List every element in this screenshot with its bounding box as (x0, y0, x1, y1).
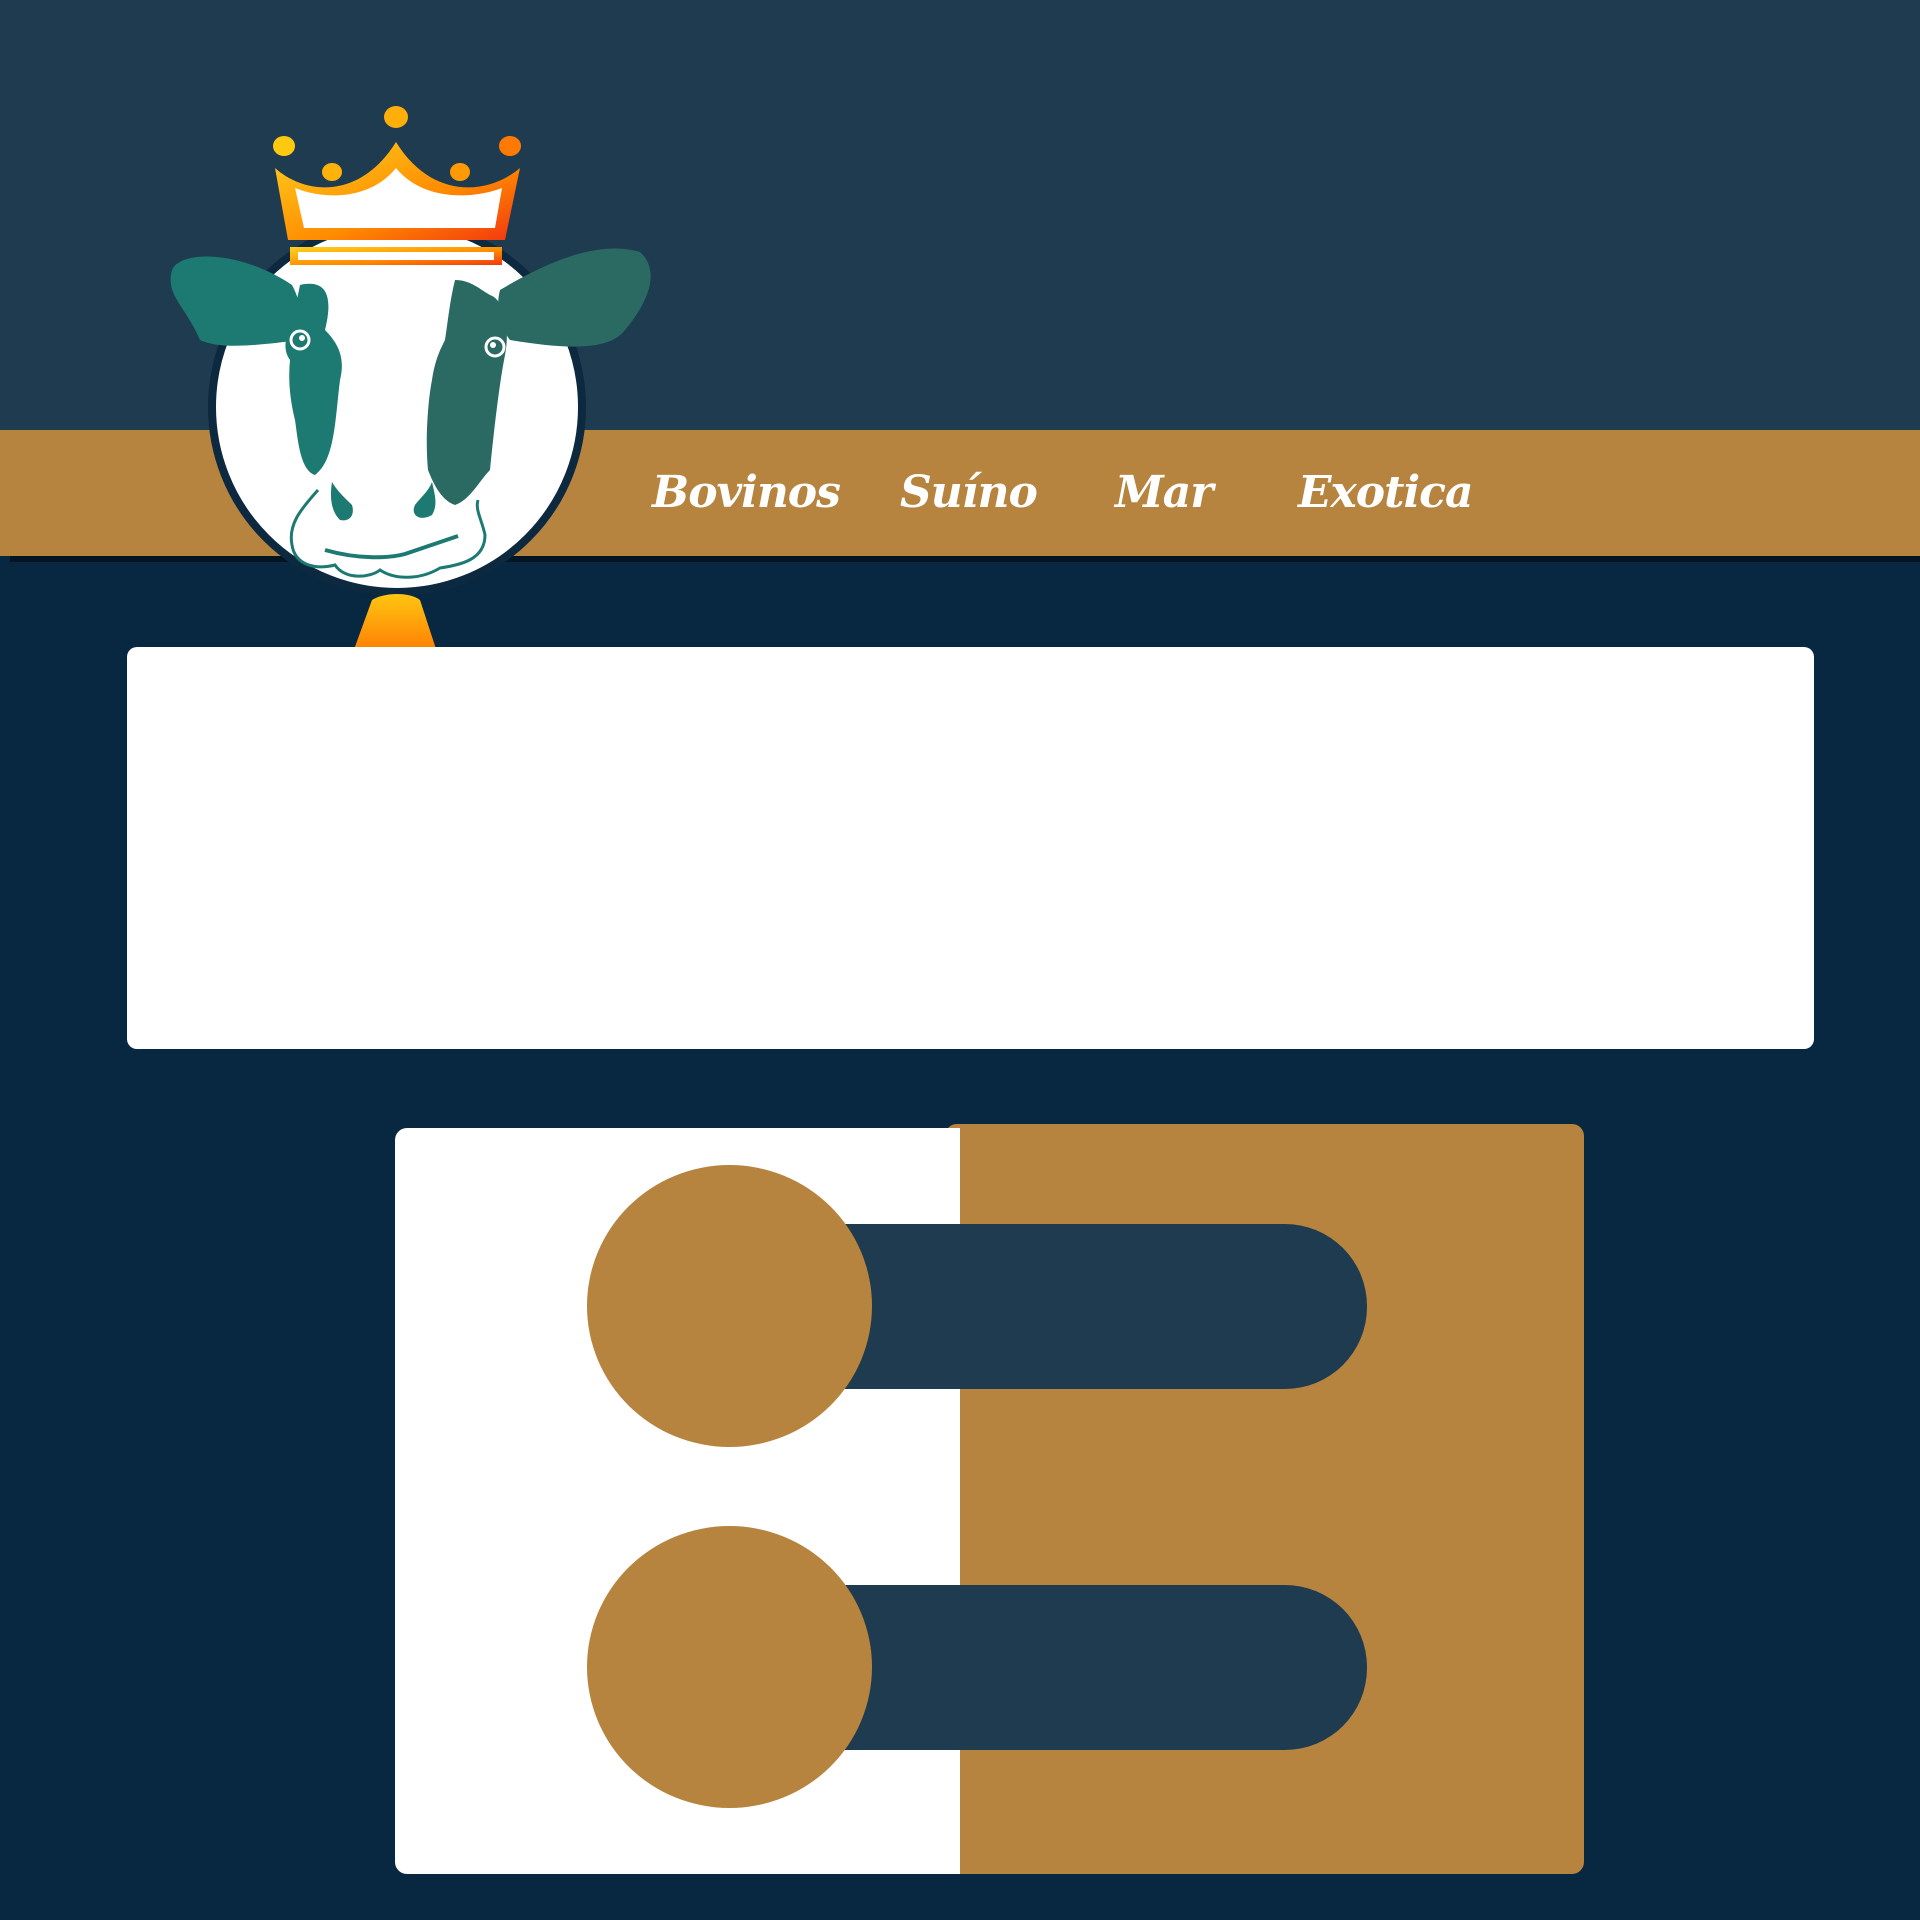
nav-item-mar[interactable]: Mar (1115, 458, 1213, 528)
nav-item-suino[interactable]: Suíno (900, 458, 1038, 528)
site-logo[interactable] (160, 100, 660, 690)
settings-card (395, 1124, 1584, 1874)
toggle-switch-2[interactable] (587, 1526, 1367, 1808)
toggle-knob[interactable] (587, 1526, 872, 1808)
hero-banner (127, 647, 1814, 1049)
nav-item-bovinos[interactable]: Bovinos (652, 458, 841, 528)
crowned-cow-icon (170, 106, 651, 682)
toggle-knob[interactable] (587, 1165, 872, 1447)
toggle-switch-1[interactable] (587, 1165, 1367, 1447)
nav-item-exotica[interactable]: Exotica (1298, 458, 1473, 528)
